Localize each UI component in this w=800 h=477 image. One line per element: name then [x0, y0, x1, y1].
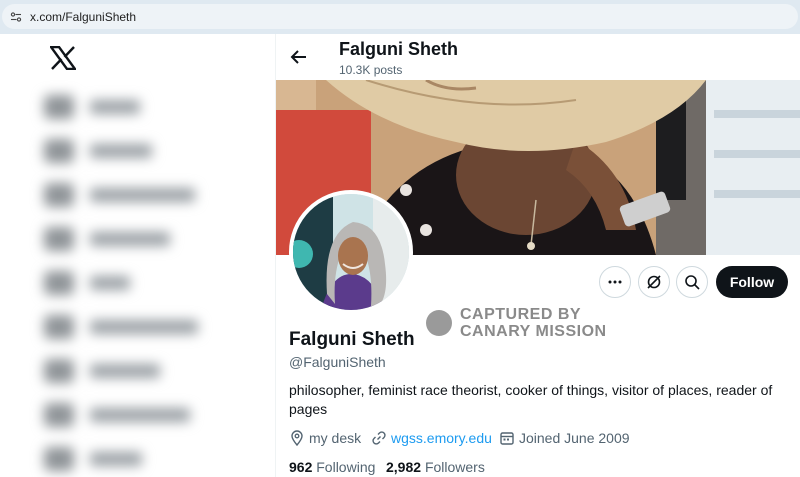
back-arrow-icon[interactable]: [290, 48, 308, 66]
canary-mission-logo-icon: [426, 310, 452, 336]
header-posts-count: 10.3K posts: [339, 63, 403, 77]
url-text[interactable]: x.com/FalguniSheth: [30, 9, 136, 25]
sidebar-item-label: [90, 144, 152, 158]
premium-icon: [44, 359, 74, 383]
address-bar[interactable]: x.com/FalguniSheth: [2, 4, 798, 29]
sidebar: [0, 34, 275, 477]
sidebar-item-messages[interactable]: [40, 224, 210, 254]
notifications-icon: [44, 183, 74, 207]
profile-display-name: Falguni Sheth: [289, 329, 415, 350]
site-info-icon[interactable]: [10, 11, 22, 23]
calendar-icon: [500, 432, 514, 445]
followers-label: Followers: [424, 459, 485, 475]
explore-icon: [44, 139, 74, 163]
sidebar-item-label: [90, 100, 140, 114]
sidebar-item-profile[interactable]: [40, 444, 210, 474]
profile-handle: @FalguniSheth: [289, 354, 386, 370]
grok-icon: [647, 275, 661, 289]
more-button[interactable]: [599, 266, 631, 298]
verified-orgs-icon: [44, 403, 74, 427]
sidebar-item-label: [90, 452, 142, 466]
sidebar-item-label: [90, 320, 198, 334]
following-label: Following: [316, 459, 376, 475]
following-link[interactable]: 962 Following: [289, 457, 375, 477]
sidebar-item-label: [90, 232, 170, 246]
more-icon: [608, 280, 622, 284]
search-button[interactable]: [676, 266, 708, 298]
communities-icon: [44, 315, 74, 339]
profile-icon: [44, 447, 74, 471]
sidebar-item-explore[interactable]: [40, 136, 210, 166]
profile-bio: philosopher, feminist race theorist, coo…: [289, 382, 773, 417]
profile-column: Falguni Sheth 10.3K posts Follow CAPTURE…: [276, 34, 800, 477]
x-logo-icon[interactable]: [50, 46, 76, 70]
sidebar-item-grok[interactable]: [40, 268, 210, 298]
grok-button[interactable]: [638, 266, 670, 298]
sidebar-item-label: [90, 364, 160, 378]
sidebar-item-premium[interactable]: [40, 356, 210, 386]
location-icon: [291, 430, 303, 446]
sidebar-item-communities[interactable]: [40, 312, 210, 342]
link-icon: [372, 431, 386, 445]
profile-avatar[interactable]: [289, 190, 413, 314]
header-name: Falguni Sheth: [339, 39, 458, 59]
messages-icon: [44, 227, 74, 251]
watermark-line1: CAPTURED BY: [460, 306, 582, 323]
sidebar-item-label: [90, 408, 190, 422]
location-text: my desk: [309, 430, 362, 446]
grok-icon: [44, 271, 74, 295]
sidebar-item-home[interactable]: [40, 92, 210, 122]
home-icon: [44, 95, 74, 119]
followers-count: 2,982: [386, 459, 422, 475]
joined-text: Joined June 2009: [519, 430, 630, 446]
avatar-photo: [293, 194, 409, 310]
website-link[interactable]: wgss.emory.edu: [391, 428, 492, 448]
watermark-line2: CANARY MISSION: [460, 323, 607, 340]
sidebar-item-notifications[interactable]: [40, 180, 210, 210]
sidebar-item-label: [90, 188, 195, 202]
follow-button[interactable]: Follow: [716, 266, 788, 298]
browser-toolbar: x.com/FalguniSheth: [0, 0, 800, 34]
sidebar-item-label: [90, 276, 130, 290]
following-count: 962: [289, 459, 313, 475]
watermark: CAPTURED BY CANARY MISSION: [426, 306, 656, 340]
followers-link[interactable]: 2,982 Followers: [386, 457, 485, 477]
sidebar-item-verified-orgs[interactable]: [40, 400, 210, 430]
search-icon: [685, 275, 700, 290]
